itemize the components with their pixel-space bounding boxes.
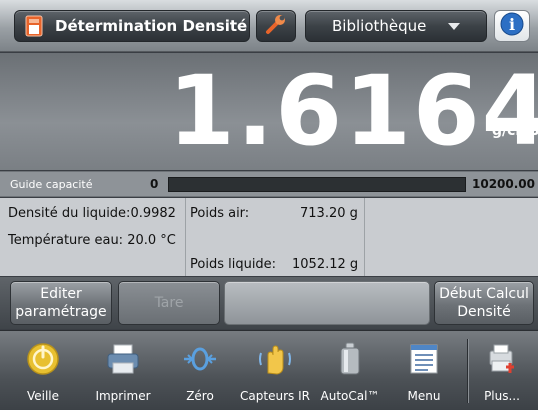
menu-label-standby: Veille xyxy=(26,389,60,403)
edit-parameters-button[interactable]: Editer paramétrage xyxy=(10,281,112,325)
menu-label-print: Imprimer xyxy=(95,389,151,403)
menu-item-standby[interactable]: Veille xyxy=(10,331,76,410)
tare-label: Tare xyxy=(154,295,184,311)
info-button[interactable]: i xyxy=(494,10,530,42)
menu-label-more: Plus... xyxy=(484,389,520,403)
capacity-guide: Guide capacité 0 10200.00 xyxy=(0,171,538,197)
info-cell-empty xyxy=(365,198,538,276)
menu-label-zero: Zéro xyxy=(186,389,214,403)
printer-icon xyxy=(105,341,141,377)
ir-sensor-icon xyxy=(257,341,293,377)
zero-icon xyxy=(182,341,218,377)
density-unit: g/cm3 xyxy=(492,123,538,139)
standby-icon xyxy=(25,341,61,377)
capacity-max: 10200.00 xyxy=(472,177,536,191)
water-temperature: Température eau: 20.0 °C xyxy=(8,233,176,248)
weight-liquid-label: Poids liquide: xyxy=(190,257,277,272)
menu-item-zero[interactable]: Zéro xyxy=(170,331,230,410)
chevron-down-icon xyxy=(448,22,461,30)
capacity-min: 0 xyxy=(150,177,159,191)
menu-item-more[interactable]: Plus... xyxy=(470,331,534,410)
beaker-icon xyxy=(25,15,43,37)
info-cell-liquid: Densité du liquide:0.9982 Température ea… xyxy=(0,198,186,276)
edit-line1: Editer xyxy=(40,286,82,302)
tare-button[interactable]: Tare xyxy=(118,281,220,325)
more-icon xyxy=(484,341,520,377)
weight-air-value: 713.20 g xyxy=(300,206,358,221)
info-cell-weights: Poids air: 713.20 g Poids liquide: 1052.… xyxy=(186,198,365,276)
menu-label-autocal: AutoCal™ xyxy=(320,389,380,403)
top-bar: Détermination Densité Bibliothèque i xyxy=(0,0,538,52)
menu-item-print[interactable]: Imprimer xyxy=(86,331,160,410)
menu-label-menu: Menu xyxy=(407,389,441,403)
start-line2: Densité xyxy=(457,304,511,320)
menu-item-menu[interactable]: Menu xyxy=(388,331,460,410)
mode-label: Détermination Densité xyxy=(55,17,248,35)
menu-label-ir-sensors: Capteurs IR xyxy=(240,389,310,403)
settings-wrench-button[interactable] xyxy=(256,10,296,42)
weight-liquid-value: 1052.12 g xyxy=(292,257,359,272)
bottom-menu: Veille Imprimer Zéro Capteurs IR AutoCal… xyxy=(0,330,538,410)
weight-readout: 1.6164 g/cm3 xyxy=(0,53,538,170)
info-icon: i xyxy=(499,11,525,41)
menu-separator xyxy=(467,339,468,403)
capacity-label: Guide capacité xyxy=(10,178,93,191)
action-row: Editer paramétrage Tare Début Calcul Den… xyxy=(0,277,538,329)
calibration-weight-icon xyxy=(332,341,368,377)
info-panel: Densité du liquide:0.9982 Température ea… xyxy=(0,198,538,276)
library-selector[interactable]: Bibliothèque xyxy=(305,10,487,42)
mode-selector[interactable]: Détermination Densité xyxy=(14,10,274,42)
wrench-icon xyxy=(264,12,288,40)
start-line1: Début Calcul xyxy=(439,286,529,302)
menu-icon xyxy=(406,341,442,377)
liquid-density: Densité du liquide:0.9982 xyxy=(8,206,176,221)
capacity-bar xyxy=(168,177,466,192)
edit-line2: paramétrage xyxy=(15,304,107,320)
info-glyph: i xyxy=(509,15,515,34)
blank-action-slot xyxy=(224,281,430,325)
density-value: 1.6164 xyxy=(168,55,538,167)
menu-item-ir-sensors[interactable]: Capteurs IR xyxy=(236,331,314,410)
start-density-button[interactable]: Début Calcul Densité xyxy=(434,281,534,325)
weight-air-label: Poids air: xyxy=(190,206,250,221)
menu-item-autocal[interactable]: AutoCal™ xyxy=(318,331,382,410)
library-label: Bibliothèque xyxy=(332,17,427,35)
